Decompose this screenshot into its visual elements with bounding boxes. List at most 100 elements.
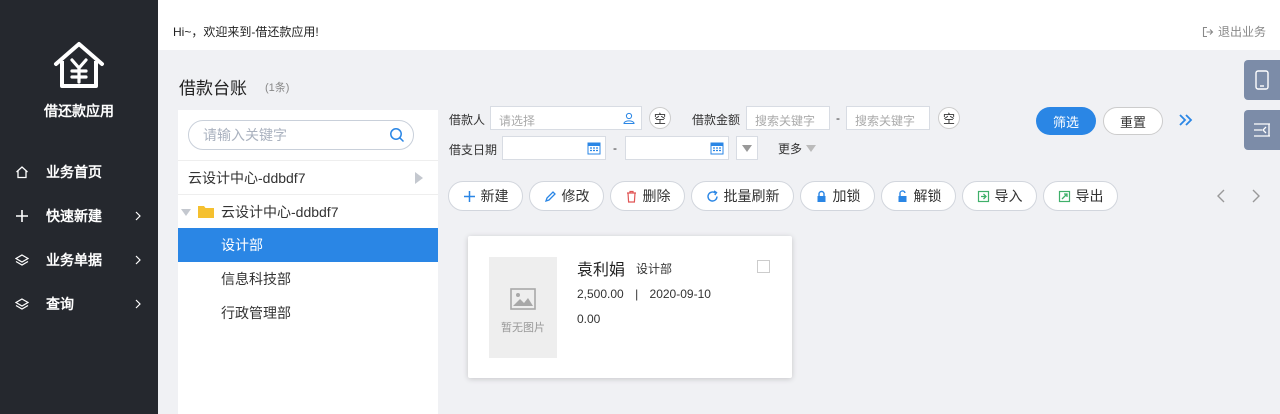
lock-icon [815, 190, 828, 203]
amount-label: 借款金额 [692, 113, 741, 127]
record-amount: 2,500.00 [577, 287, 624, 301]
tree-node-label: 云设计中心-ddbdf7 [221, 203, 339, 220]
date-label: 借支日期 [449, 143, 498, 157]
caret-down-icon[interactable] [181, 209, 191, 216]
batch-refresh-label: 批量刷新 [723, 188, 780, 204]
tree-node-admin[interactable]: 行政管理部 [178, 296, 438, 330]
borrower-clear-button[interactable]: 空 [649, 107, 671, 129]
record-balance: 0.00 [577, 312, 601, 326]
nav-item-query[interactable]: 查询 [0, 284, 158, 324]
tree-search-input[interactable] [203, 127, 383, 143]
export-button[interactable]: 导出 [1043, 181, 1118, 211]
nav-label: 业务首页 [46, 164, 102, 180]
nav-label: 查询 [46, 296, 74, 312]
nav-item-home[interactable]: 业务首页 [0, 152, 158, 192]
search-icon[interactable] [389, 127, 405, 143]
trash-icon [625, 190, 638, 203]
new-label: 新建 [480, 188, 509, 204]
tree-node-label: 云设计中心-ddbdf7 [188, 169, 306, 186]
tree-node-it[interactable]: 信息科技部 [178, 262, 438, 296]
new-button[interactable]: 新建 [448, 181, 523, 211]
house-yen-logo-icon [54, 42, 104, 88]
nav-label: 业务单据 [46, 252, 102, 268]
mobile-icon [1255, 70, 1269, 90]
calendar-icon[interactable] [710, 141, 724, 155]
refresh-icon [706, 189, 719, 203]
amount-to-placeholder: 搜索关键字 [855, 114, 916, 128]
logout-button[interactable]: 退出业务 [1202, 23, 1266, 40]
layers-icon [15, 253, 29, 267]
app-name: 借还款应用 [44, 103, 114, 119]
unlock-icon [896, 189, 909, 203]
import-icon [977, 190, 990, 203]
caret-down-icon [742, 145, 752, 152]
amount-clear-button[interactable]: 空 [938, 107, 960, 129]
greeting-text: Hi~，欢迎来到-借还款应用! [173, 25, 319, 39]
amount-from-input[interactable]: 搜索关键字 [746, 106, 830, 130]
layers-icon [15, 297, 29, 311]
folder-icon [198, 206, 214, 218]
batch-refresh-button[interactable]: 批量刷新 [691, 181, 794, 211]
chevron-right-icon [135, 211, 141, 221]
unlock-label: 解锁 [913, 188, 942, 204]
side-panel-tab[interactable] [1244, 110, 1280, 150]
record-dept: 设计部 [636, 262, 673, 276]
import-button[interactable]: 导入 [962, 181, 1037, 211]
chevron-right-icon [135, 255, 141, 265]
mobile-preview-tab[interactable] [1244, 60, 1280, 100]
next-page-icon[interactable] [1251, 189, 1261, 203]
record-name: 袁利娟 [577, 262, 626, 279]
logout-label: 退出业务 [1217, 25, 1266, 39]
nav-item-quick-create[interactable]: 快速新建 [0, 196, 158, 236]
lock-button[interactable]: 加锁 [800, 181, 875, 211]
collapse-panel-icon [1254, 123, 1270, 137]
nav-item-documents[interactable]: 业务单据 [0, 240, 158, 280]
edit-button[interactable]: 修改 [529, 181, 604, 211]
tree-node-label: 设计部 [221, 237, 263, 253]
image-placeholder-label: 暂无图片 [501, 322, 545, 334]
org-tree-panel: 云设计中心-ddbdf7 云设计中心-ddbdf7 设计部 信息科技部 行政管理… [178, 110, 438, 414]
range-dash: - [836, 111, 840, 125]
record-checkbox[interactable] [757, 260, 770, 273]
edit-label: 修改 [561, 188, 590, 204]
filter-button[interactable]: 筛选 [1036, 107, 1096, 135]
record-thumbnail: 暂无图片 [489, 257, 557, 358]
prev-page-icon[interactable] [1216, 189, 1226, 203]
more-label: 更多 [778, 142, 803, 156]
calendar-icon[interactable] [587, 141, 601, 155]
unlock-button[interactable]: 解锁 [881, 181, 956, 211]
tree-node-label: 行政管理部 [221, 305, 291, 321]
logout-icon [1202, 26, 1214, 37]
borrower-select[interactable]: 请选择 [490, 106, 642, 130]
reset-button[interactable]: 重置 [1103, 107, 1163, 135]
sidebar: 借还款应用 业务首页 快速新建 业务单据 查询 [0, 0, 158, 414]
amount-to-input[interactable]: 搜索关键字 [846, 106, 930, 130]
tree-node-root[interactable]: 云设计中心-ddbdf7 [178, 160, 438, 194]
more-filters-toggle[interactable]: 更多 [778, 140, 817, 157]
plus-icon [463, 190, 476, 203]
lock-label: 加锁 [832, 188, 861, 204]
user-icon [623, 112, 635, 124]
import-label: 导入 [994, 188, 1023, 204]
tree-node-design[interactable]: 设计部 [178, 228, 438, 262]
plus-icon [15, 209, 29, 223]
borrower-placeholder: 请选择 [499, 114, 536, 128]
delete-label: 删除 [642, 188, 671, 204]
date-to-input[interactable] [625, 136, 729, 160]
export-icon [1058, 190, 1071, 203]
page-title: 借款台账 [179, 79, 247, 98]
date-from-input[interactable] [502, 136, 606, 160]
delete-button[interactable]: 删除 [610, 181, 685, 211]
borrower-label: 借款人 [449, 113, 486, 127]
edit-icon [544, 190, 557, 203]
record-card[interactable]: 暂无图片 袁利娟 设计部 2,500.00 | 2020-09-10 0.00 [468, 236, 792, 378]
image-placeholder-icon [510, 288, 536, 310]
tree-search-box [188, 120, 414, 150]
export-label: 导出 [1075, 188, 1104, 204]
record-count: (1条) [265, 82, 290, 94]
caret-right-icon[interactable] [414, 172, 424, 184]
record-date: 2020-09-10 [649, 287, 711, 301]
double-chevron-right-icon[interactable] [1178, 113, 1194, 127]
tree-node-expanded[interactable]: 云设计中心-ddbdf7 [178, 194, 438, 228]
date-preset-dropdown[interactable] [736, 136, 758, 160]
